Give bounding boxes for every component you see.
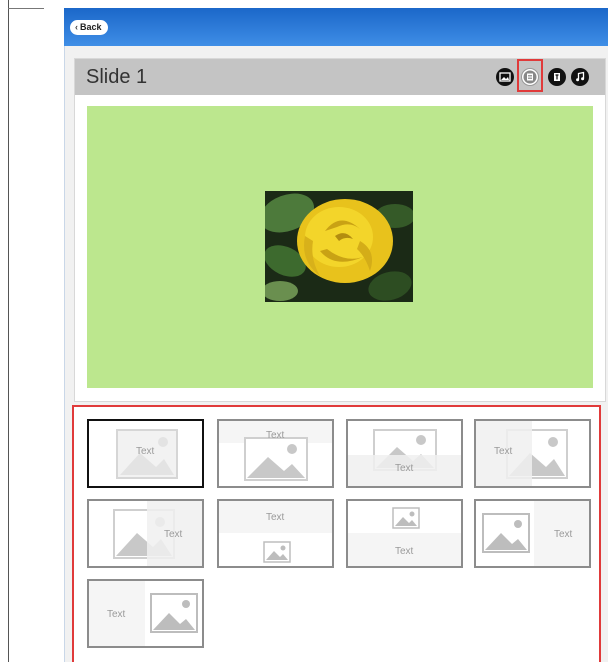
layout-picker: Text Text Text Text Text Text Text Text … bbox=[72, 405, 601, 662]
placeholder-text: Text bbox=[136, 446, 155, 457]
slide-panel: Slide 1 bbox=[74, 58, 606, 402]
layout-small-image-text-bottom[interactable]: Text bbox=[346, 499, 463, 568]
placeholder-text: Text bbox=[395, 463, 414, 474]
back-button[interactable]: ‹ Back bbox=[70, 20, 108, 35]
image-tool-icon[interactable] bbox=[496, 68, 514, 86]
placeholder-text: Text bbox=[266, 512, 285, 523]
music-tool-icon[interactable] bbox=[571, 68, 589, 86]
placeholder-text: Text bbox=[554, 529, 573, 540]
layout-text-left-image-overlap[interactable]: Text bbox=[474, 419, 591, 488]
layout-text-left-image-right[interactable]: Text bbox=[87, 579, 204, 648]
layout-image-left-text-right-overlap[interactable]: Text bbox=[87, 499, 204, 568]
placeholder-text: Text bbox=[395, 546, 414, 557]
text-tool-icon[interactable] bbox=[548, 68, 566, 86]
slide-title-bar: Slide 1 bbox=[75, 59, 605, 95]
slide-canvas[interactable] bbox=[87, 106, 593, 388]
window-corner bbox=[8, 0, 44, 9]
layout-tool-icon[interactable] bbox=[521, 68, 539, 86]
layout-image-text-bottom[interactable]: Text bbox=[346, 419, 463, 488]
layout-text-over-image[interactable]: Text bbox=[87, 419, 204, 488]
placeholder-text: Text bbox=[164, 529, 183, 540]
rose-image[interactable] bbox=[265, 191, 413, 302]
layout-text-top-small-image[interactable]: Text bbox=[217, 499, 334, 568]
placeholder-text: Text bbox=[266, 430, 285, 441]
placeholder-text: Text bbox=[494, 446, 513, 457]
layout-image-left-text-right[interactable]: Text bbox=[474, 499, 591, 568]
back-button-label: Back bbox=[80, 22, 102, 32]
placeholder-text: Text bbox=[107, 609, 126, 620]
top-bar: ‹ Back bbox=[64, 8, 608, 46]
left-gutter bbox=[0, 0, 9, 662]
layout-text-top-image[interactable]: Text bbox=[217, 419, 334, 488]
slide-title: Slide 1 bbox=[86, 66, 148, 88]
chevron-left-icon: ‹ bbox=[75, 22, 78, 32]
